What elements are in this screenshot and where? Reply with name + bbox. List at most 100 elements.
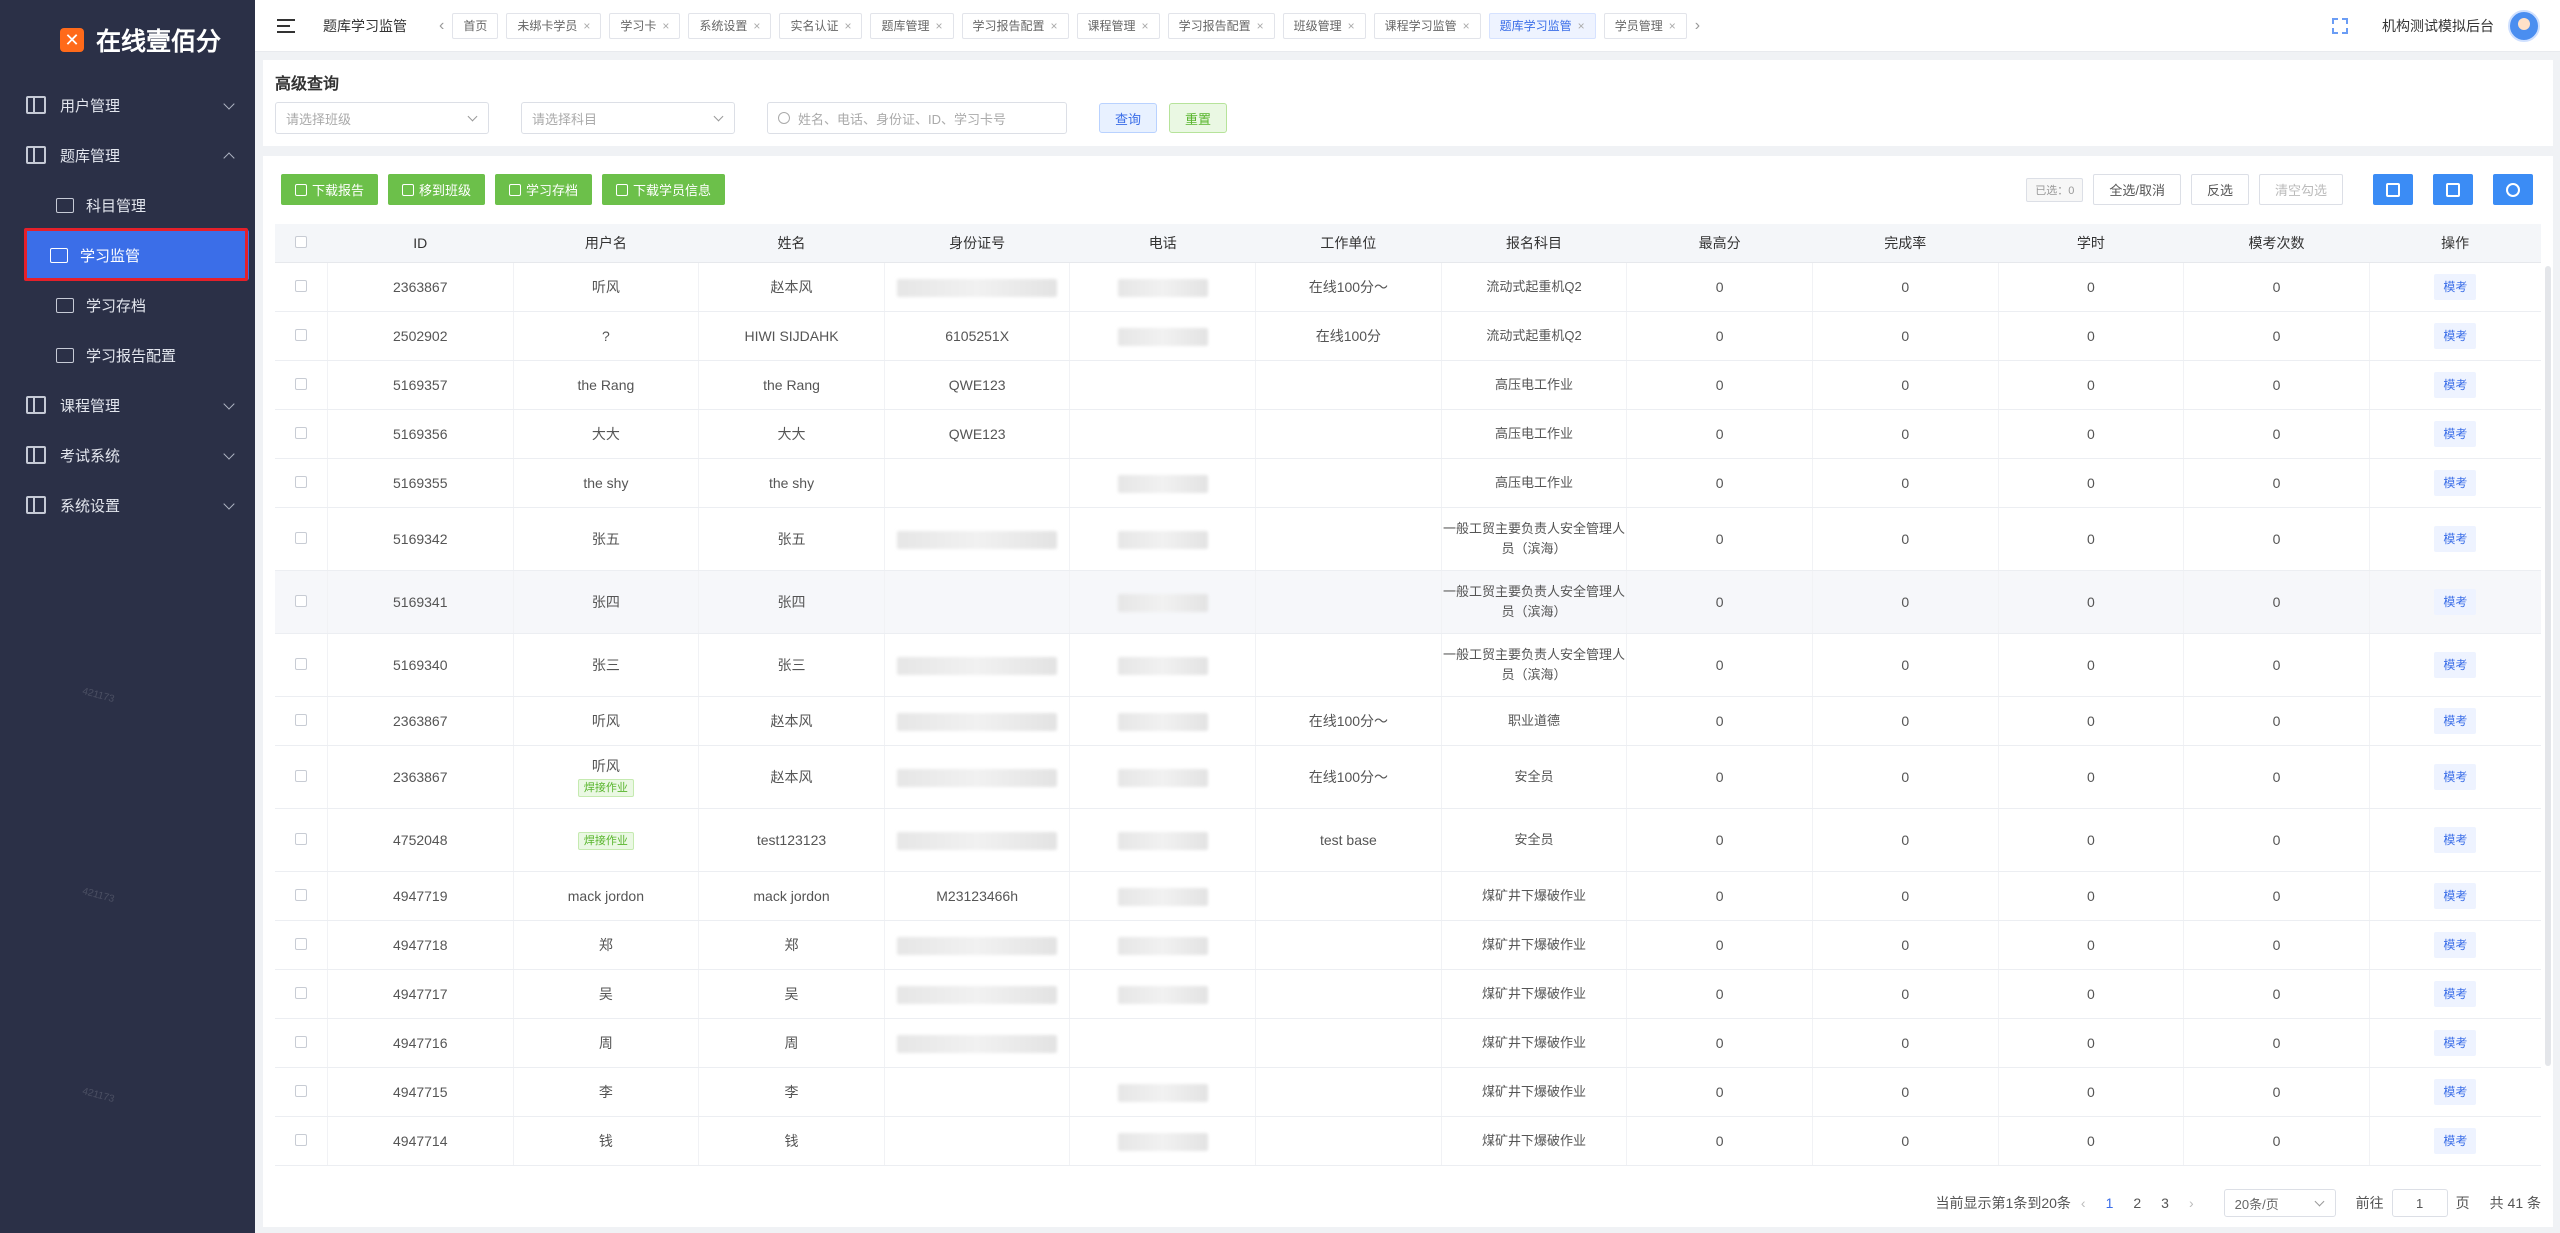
grid-view-button[interactable]	[2373, 174, 2413, 205]
tab-item[interactable]: 题库管理 ×	[870, 12, 954, 39]
close-icon[interactable]: ×	[1257, 19, 1264, 33]
sidebar-subitem-study-archive[interactable]: 学习存档	[0, 280, 255, 330]
row-checkbox-cell[interactable]	[275, 696, 328, 746]
table-row[interactable]: 4947714 钱钱煤矿井下爆破作业 0 0 0 0 模考	[275, 1116, 2541, 1166]
mock-exam-button[interactable]: 模考	[2434, 469, 2477, 496]
checkbox[interactable]	[294, 1084, 307, 1097]
table-row[interactable]: 2502902? HIWI SIJDAHK 6105251X 在线100分 流动式起重机…	[275, 311, 2541, 361]
close-icon[interactable]: ×	[662, 19, 669, 33]
row-checkbox-cell[interactable]	[275, 458, 328, 508]
table-row[interactable]: 4947718 郑郑煤矿井下爆破作业 0 0 0 0 模考	[275, 920, 2541, 970]
mock-exam-button[interactable]: 模考	[2434, 882, 2477, 909]
tab-item[interactable]: 学习卡 ×	[609, 12, 681, 39]
table-scrollbar[interactable]	[2545, 266, 2551, 1066]
checkbox[interactable]	[294, 1133, 307, 1146]
tab-item[interactable]: 学员管理 ×	[1603, 12, 1687, 39]
subject-select[interactable]: 请选择科目	[521, 102, 735, 134]
row-checkbox-cell[interactable]	[275, 1018, 328, 1068]
page-1[interactable]: 1	[2106, 1195, 2114, 1211]
row-checkbox-cell[interactable]	[275, 507, 328, 571]
mock-exam-button[interactable]: 模考	[2434, 1029, 2477, 1056]
table-row[interactable]: 5169342 张五 张五 一般工贸主要负责人安全管理人员（滨海） 0 0 0 0 模考	[275, 507, 2541, 571]
tab-item[interactable]: 课程学习监管 ×	[1373, 12, 1481, 39]
row-checkbox-cell[interactable]	[275, 745, 328, 809]
mock-exam-button[interactable]: 模考	[2434, 1078, 2477, 1105]
sidebar-subitem-study-supervision[interactable]: 学习监管	[26, 230, 249, 280]
mock-exam-button[interactable]: 模考	[2434, 525, 2477, 552]
mock-exam-button[interactable]: 模考	[2434, 420, 2477, 447]
tab-item[interactable]: 学习报告配置 ×	[1167, 12, 1275, 39]
checkbox[interactable]	[294, 328, 307, 341]
mock-exam-button[interactable]: 模考	[2434, 273, 2477, 300]
checkbox[interactable]	[294, 594, 307, 607]
sidebar-item-question-bank[interactable]: 题库管理	[0, 130, 255, 180]
tab-item[interactable]: 题库学习监管 ×	[1488, 12, 1596, 39]
move-class-button[interactable]: 移到班级	[388, 174, 486, 205]
next-page-icon[interactable]: ›	[2189, 1195, 2194, 1211]
row-checkbox-cell[interactable]	[275, 1067, 328, 1117]
checkbox[interactable]	[294, 937, 307, 950]
row-checkbox-cell[interactable]	[275, 920, 328, 970]
sidebar-item-user-management[interactable]: 用户管理	[0, 80, 255, 130]
close-icon[interactable]: ×	[1463, 19, 1470, 33]
tab-item[interactable]: 课程管理 ×	[1076, 12, 1160, 39]
mock-exam-button[interactable]: 模考	[2434, 1127, 2477, 1154]
close-icon[interactable]: ×	[935, 19, 942, 33]
mock-exam-button[interactable]: 模考	[2434, 763, 2477, 790]
mock-exam-button[interactable]: 模考	[2434, 931, 2477, 958]
sidebar-subitem-subject-management[interactable]: 科目管理	[0, 180, 255, 230]
download-info-button[interactable]: 下载学员信息	[602, 174, 726, 205]
mock-exam-button[interactable]: 模考	[2434, 651, 2477, 678]
table-row[interactable]: 5169341 张四 张四 一般工贸主要负责人安全管理人员（滨海） 0 0 0 0 模考	[275, 570, 2541, 634]
mock-exam-button[interactable]: 模考	[2434, 707, 2477, 734]
row-checkbox-cell[interactable]	[275, 1116, 328, 1166]
goto-page-input[interactable]: 1	[2391, 1189, 2448, 1217]
row-checkbox-cell[interactable]	[275, 409, 328, 459]
page-2[interactable]: 2	[2133, 1195, 2141, 1211]
menu-toggle-icon[interactable]	[277, 18, 295, 33]
table-row[interactable]: 2363867 听风 焊接作业 赵本风 在线100分～ 安全员 0 0 0 0 模考	[275, 745, 2541, 809]
sidebar-item-system-settings[interactable]: 系统设置	[0, 480, 255, 530]
checkbox[interactable]	[294, 657, 307, 670]
close-icon[interactable]: ×	[753, 19, 760, 33]
table-row[interactable]: 5169357 the Rang the Rang QWE123 高压电工作业 0 0 0 0 模…	[275, 360, 2541, 410]
tab-item[interactable]: 系统设置 ×	[688, 12, 772, 39]
reset-button[interactable]: 重置	[1169, 103, 1228, 133]
table-row[interactable]: 4947716 周周煤矿井下爆破作业 0 0 0 0 模考	[275, 1018, 2541, 1068]
table-row[interactable]: 4947717 吴吴煤矿井下爆破作业 0 0 0 0 模考	[275, 969, 2541, 1019]
table-row[interactable]: 5169355 the shy the shy 高压电工作业 0 0 0 0 模考	[275, 458, 2541, 508]
close-icon[interactable]: ×	[844, 19, 851, 33]
tab-item[interactable]: 未绑卡学员 ×	[506, 12, 602, 39]
table-row[interactable]: 4947715 李李煤矿井下爆破作业 0 0 0 0 模考	[275, 1067, 2541, 1117]
select-all-button[interactable]: 全选/取消	[2093, 174, 2181, 205]
close-icon[interactable]: ×	[1142, 19, 1149, 33]
tab-item[interactable]: 实名认证 ×	[779, 12, 863, 39]
table-row[interactable]: 5169340 张三 张三 一般工贸主要负责人安全管理人员（滨海） 0 0 0 0 模考	[275, 633, 2541, 697]
mock-exam-button[interactable]: 模考	[2434, 588, 2477, 615]
invert-selection-button[interactable]: 反选	[2190, 174, 2249, 205]
row-checkbox-cell[interactable]	[275, 311, 328, 361]
row-checkbox-cell[interactable]	[275, 360, 328, 410]
close-icon[interactable]: ×	[1578, 19, 1585, 33]
checkbox[interactable]	[294, 279, 307, 292]
tab-item[interactable]: 首页	[452, 12, 499, 39]
close-icon[interactable]: ×	[1348, 19, 1355, 33]
sidebar-item-exam-system[interactable]: 考试系统	[0, 430, 255, 480]
archive-button[interactable]: 学习存档	[495, 174, 593, 205]
checkbox[interactable]	[294, 531, 307, 544]
close-icon[interactable]: ×	[1669, 19, 1676, 33]
table-row[interactable]: 5169356 大大 大大 QWE123 高压电工作业 0 0 0 0 模考	[275, 409, 2541, 459]
tabs-next-icon[interactable]: ›	[1695, 17, 1700, 35]
checkbox[interactable]	[294, 713, 307, 726]
checkbox[interactable]	[295, 235, 308, 248]
clear-selection-button[interactable]: 清空勾选	[2258, 174, 2343, 205]
table-row[interactable]: 4947719 mack jordon mack jordon M23123466h 煤…	[275, 871, 2541, 921]
page-3[interactable]: 3	[2161, 1195, 2169, 1211]
class-select[interactable]: 请选择班级	[275, 102, 489, 134]
row-checkbox-cell[interactable]	[275, 633, 328, 697]
checkbox[interactable]	[294, 426, 307, 439]
checkbox[interactable]	[294, 475, 307, 488]
table-row[interactable]: 4752048 焊接作业 test123123 test base 安全员 0 0 0 0 模考	[275, 808, 2541, 872]
page-size-select[interactable]: 20条/页	[2223, 1189, 2336, 1217]
search-input[interactable]: 姓名、电话、身份证、ID、学习卡号	[767, 102, 1067, 134]
